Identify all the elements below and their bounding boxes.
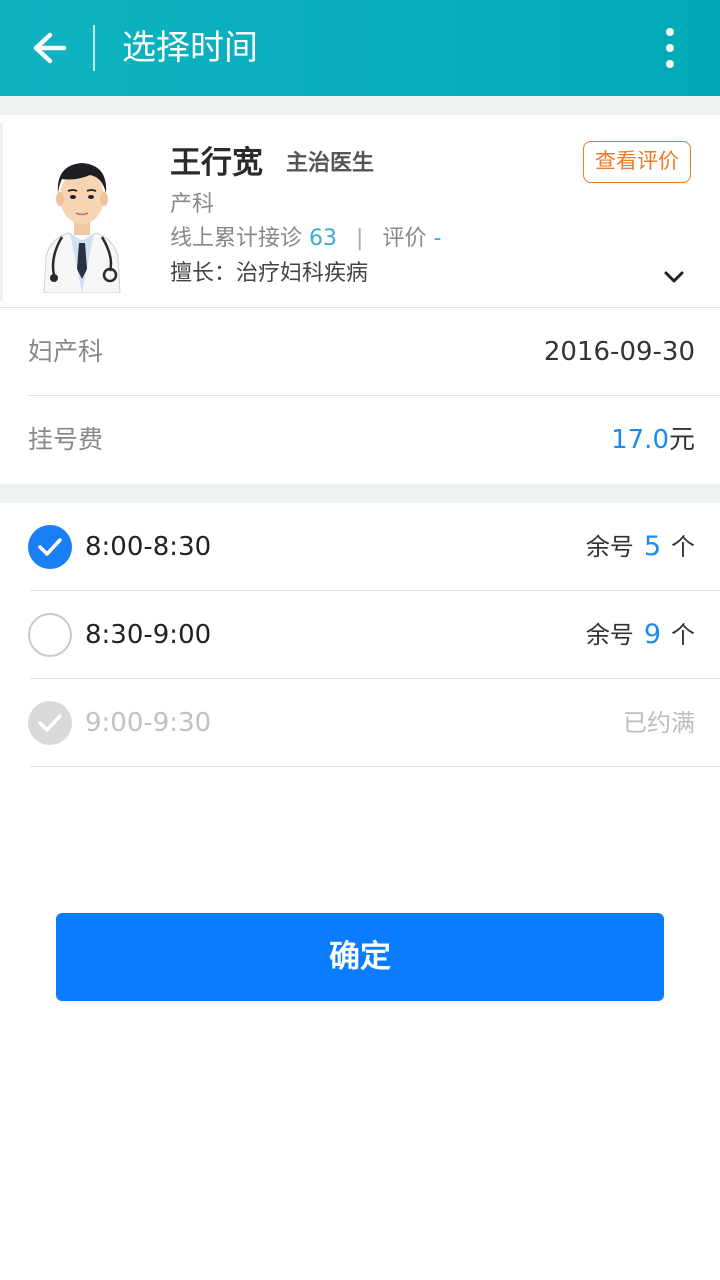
fee-amount: 17.0元 <box>611 420 695 460</box>
fee-row: 挂号费 17.0元 <box>0 396 720 484</box>
slot-remaining: 余号 9 个 <box>586 615 695 655</box>
check-icon <box>38 538 62 556</box>
more-button[interactable] <box>650 22 690 74</box>
fee-label: 挂号费 <box>28 425 104 454</box>
stats-separator: | <box>356 226 364 251</box>
time-slot-row[interactable]: 8:30-9:00 余号 9 个 <box>0 591 720 679</box>
slot-radio-checked[interactable] <box>28 525 72 569</box>
check-icon <box>38 714 62 732</box>
view-reviews-button[interactable]: 查看评价 <box>583 141 691 183</box>
confirm-button[interactable]: 确定 <box>56 913 664 1001</box>
fee-value: 17.0 <box>611 425 669 455</box>
remain-label: 余号 <box>585 621 634 649</box>
rating-label: 评价 <box>382 226 427 251</box>
doctor-card: 王行宽 主治医生 查看评价 产科 线上累计接诊 63 | 评价 - 擅长：治疗妇… <box>0 115 720 308</box>
card-edge <box>0 123 3 301</box>
slot-full-status: 已约满 <box>623 709 695 737</box>
department-label: 妇产科 <box>28 337 104 366</box>
doctor-specialty: 擅长：治疗妇科疾病 <box>170 261 369 286</box>
slot-remaining: 余号 5 个 <box>586 527 695 567</box>
slot-time: 8:00-8:30 <box>85 532 212 562</box>
chevron-down-icon <box>664 271 684 283</box>
time-slot-row[interactable]: 8:00-8:30 余号 5 个 <box>0 503 720 591</box>
section-gap <box>0 484 720 503</box>
remain-unit: 个 <box>671 621 695 649</box>
header-divider <box>93 25 95 71</box>
doctor-title: 主治医生 <box>286 151 375 176</box>
section-gap <box>0 96 720 115</box>
rating-value: - <box>433 226 442 251</box>
doctor-department: 产科 <box>170 192 215 217</box>
back-button[interactable] <box>22 24 78 72</box>
row-divider <box>30 766 720 767</box>
fee-unit: 元 <box>668 425 695 455</box>
remain-label: 余号 <box>585 533 634 561</box>
department-date-row: 妇产科 2016-09-30 <box>0 308 720 396</box>
slot-radio-disabled <box>28 701 72 745</box>
remain-unit: 个 <box>671 533 695 561</box>
expand-button[interactable] <box>660 265 688 289</box>
remain-count: 5 <box>643 531 661 562</box>
doctor-avatar <box>43 163 121 293</box>
arrow-left-icon <box>33 32 67 64</box>
slot-radio-unchecked[interactable] <box>28 613 72 657</box>
consult-count: 63 <box>309 226 338 251</box>
app-bar: 选择时间 <box>0 0 720 96</box>
page-title: 选择时间 <box>122 28 258 68</box>
consult-label: 线上累计接诊 <box>170 226 303 251</box>
time-slot-row-disabled: 9:00-9:30 已约满 <box>0 679 720 767</box>
doctor-stats: 线上累计接诊 63 | 评价 - <box>170 224 441 254</box>
slot-time: 9:00-9:30 <box>85 708 212 738</box>
doctor-name: 王行宽 <box>170 145 263 181</box>
appointment-date: 2016-09-30 <box>543 337 695 367</box>
remain-count: 9 <box>643 619 661 650</box>
slot-time: 8:30-9:00 <box>85 620 212 650</box>
